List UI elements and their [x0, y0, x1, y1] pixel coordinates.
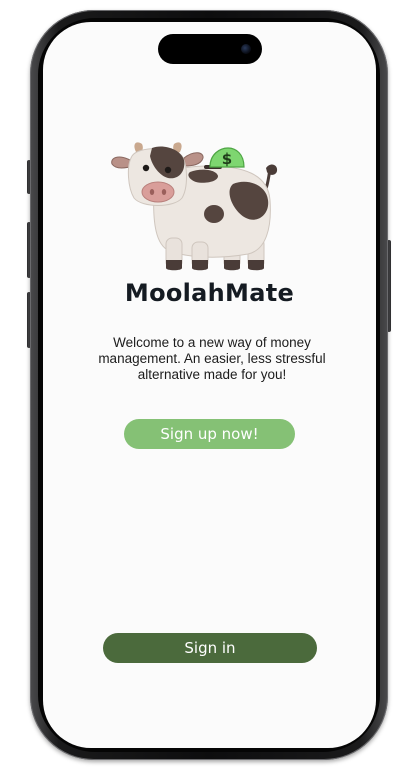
front-camera-icon: [241, 44, 251, 54]
cow-piggy-bank-icon: $: [111, 142, 278, 271]
app-title: MoolahMate: [124, 279, 295, 307]
sign-in-button[interactable]: Sign in: [103, 633, 317, 663]
dynamic-island: [158, 34, 262, 64]
welcome-message: Welcome to a new way of money management…: [98, 335, 326, 382]
coin-dollar-symbol: $: [222, 150, 232, 168]
sign-up-button[interactable]: Sign up now!: [124, 419, 295, 449]
device-mockup: $ MoolahMate Welcome to a new way of mon…: [0, 0, 417, 776]
